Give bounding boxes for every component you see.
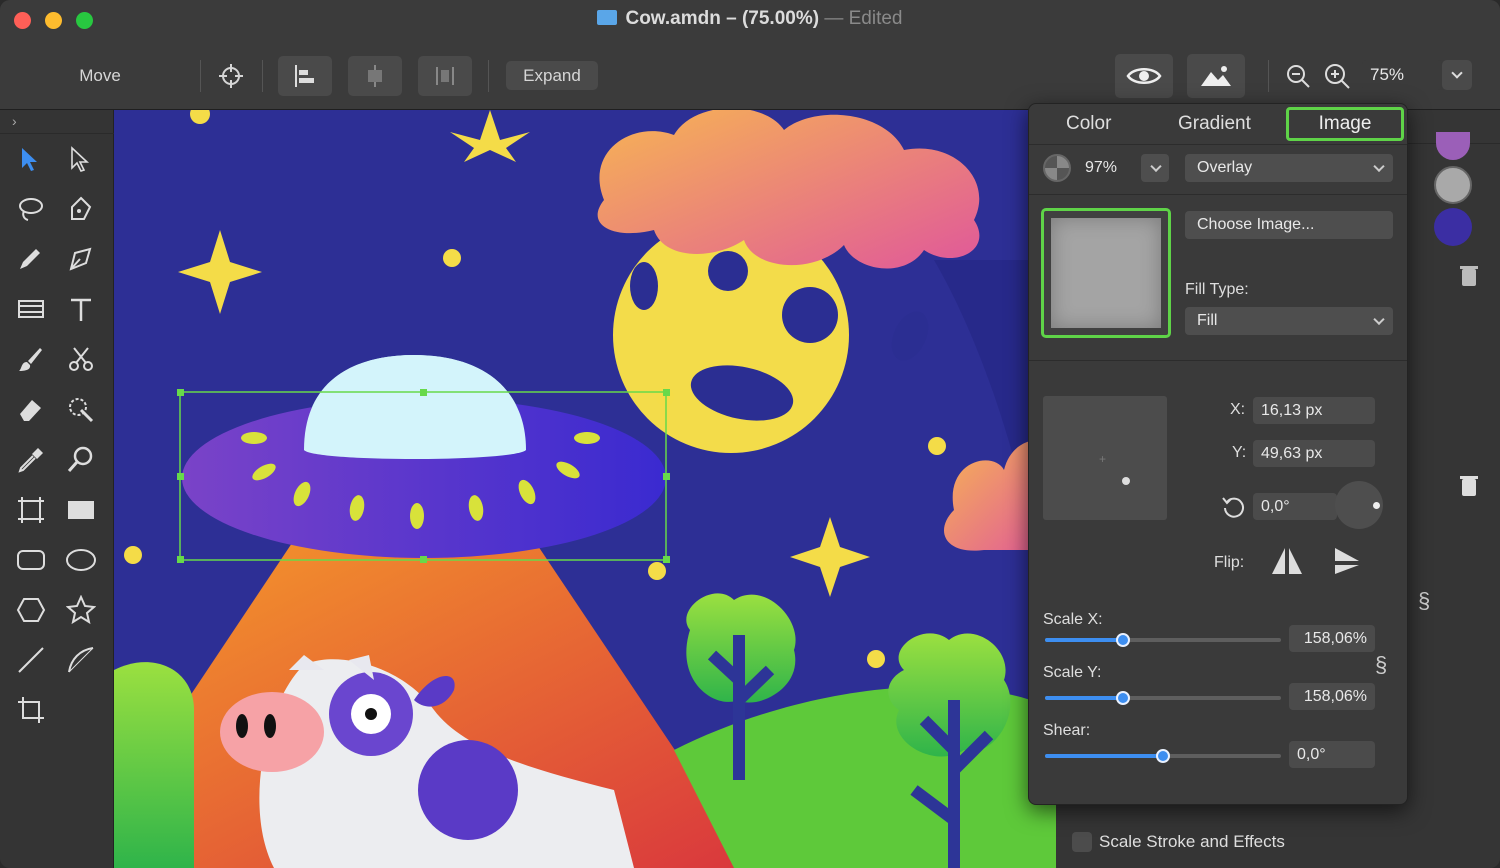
opacity-field[interactable]: 97% xyxy=(1077,154,1139,182)
polygon-icon[interactable] xyxy=(14,593,48,627)
zoom-dropdown-button[interactable] xyxy=(1442,60,1472,90)
app-window: Cow.amdn – (75.00%) — Edited Move Expand xyxy=(0,0,1500,868)
swatch-gray[interactable] xyxy=(1434,166,1472,204)
rotate-icon[interactable] xyxy=(1221,494,1247,520)
direct-select-icon[interactable] xyxy=(64,143,98,177)
scale-x-label: Scale X: xyxy=(1043,611,1103,628)
line-icon[interactable] xyxy=(14,643,48,677)
shear-slider[interactable] xyxy=(1045,749,1281,763)
lasso-icon[interactable] xyxy=(14,193,48,227)
y-field[interactable]: 49,63 px xyxy=(1253,440,1375,467)
anchor-preview[interactable]: + xyxy=(1043,396,1167,520)
swatch-purple[interactable] xyxy=(1436,132,1470,160)
folder-icon xyxy=(597,10,618,25)
link-icon[interactable]: § xyxy=(1418,588,1430,614)
eraser-icon[interactable] xyxy=(14,393,48,427)
window-title: Cow.amdn – (75.00%) — Edited xyxy=(0,8,1500,30)
x-label: X: xyxy=(1230,401,1246,418)
flip-label: Flip: xyxy=(1214,554,1245,571)
trash-icon[interactable] xyxy=(1460,474,1478,496)
fill-type-select[interactable]: Fill xyxy=(1185,307,1393,335)
eyedropper-icon[interactable] xyxy=(14,443,48,477)
link-scale-icon[interactable]: § xyxy=(1375,652,1387,678)
trash-icon[interactable] xyxy=(1460,264,1478,286)
scale-y-field[interactable]: 158,06% xyxy=(1289,683,1375,710)
artboard-icon[interactable] xyxy=(14,493,48,527)
fill-popover: Color Gradient Image 97% Overlay Choose … xyxy=(1028,103,1408,805)
opacity-dropdown[interactable] xyxy=(1141,154,1169,182)
ellipse-icon[interactable] xyxy=(64,543,98,577)
zoom-field[interactable]: 75% xyxy=(1362,60,1442,90)
swatch-blue[interactable] xyxy=(1434,208,1472,246)
align-left-icon[interactable] xyxy=(278,56,332,96)
rectangle-icon[interactable] xyxy=(64,493,98,527)
rounded-rect-icon[interactable] xyxy=(14,543,48,577)
crop-icon[interactable] xyxy=(14,693,48,727)
brush-icon[interactable] xyxy=(14,343,48,377)
pen-icon[interactable] xyxy=(64,193,98,227)
tab-image[interactable]: Image xyxy=(1286,107,1404,141)
scissors-icon[interactable] xyxy=(64,343,98,377)
canvas[interactable] xyxy=(114,110,1056,868)
opacity-checker-icon xyxy=(1043,154,1071,182)
flip-vertical-icon[interactable] xyxy=(1331,546,1365,578)
blend-mode-select[interactable]: Overlay xyxy=(1185,154,1393,182)
image-icon[interactable] xyxy=(1187,54,1245,98)
shear-field[interactable]: 0,0° xyxy=(1289,741,1375,768)
scale-stroke-label: Scale Stroke and Effects xyxy=(1099,832,1285,851)
distribute-icon[interactable] xyxy=(418,56,472,96)
scale-stroke-checkbox[interactable] xyxy=(1072,832,1092,852)
arc-icon[interactable] xyxy=(64,643,98,677)
align-center-icon[interactable] xyxy=(348,56,402,96)
text-icon[interactable] xyxy=(64,293,98,327)
magic-wand-icon[interactable] xyxy=(64,393,98,427)
zoom-in-icon[interactable] xyxy=(1320,60,1354,92)
text-frame-icon[interactable] xyxy=(14,293,48,327)
select-arrow-icon[interactable] xyxy=(14,143,48,177)
title-bar: Cow.amdn – (75.00%) — Edited Move Expand xyxy=(0,0,1500,110)
shear-label: Shear: xyxy=(1043,722,1091,739)
zoom-out-icon[interactable] xyxy=(1282,60,1314,92)
y-label: Y: xyxy=(1232,444,1247,461)
move-tool-label[interactable]: Move xyxy=(60,62,140,90)
expand-button[interactable]: Expand xyxy=(506,61,598,90)
star-icon[interactable] xyxy=(64,593,98,627)
rotation-dial[interactable] xyxy=(1335,481,1383,529)
tools-panel: › xyxy=(0,110,114,868)
scale-x-field[interactable]: 158,06% xyxy=(1289,625,1375,652)
artwork xyxy=(114,110,1056,868)
tools-collapse-icon[interactable]: › xyxy=(0,110,114,134)
pencil-icon[interactable] xyxy=(14,243,48,277)
tab-gradient[interactable]: Gradient xyxy=(1178,113,1251,135)
scale-y-slider[interactable] xyxy=(1045,691,1281,705)
flip-horizontal-icon[interactable] xyxy=(1270,546,1304,578)
scale-y-label: Scale Y: xyxy=(1043,664,1102,681)
tab-color[interactable]: Color xyxy=(1066,113,1111,135)
fill-type-label: Fill Type: xyxy=(1185,281,1249,298)
bezigon-icon[interactable] xyxy=(64,243,98,277)
scale-x-slider[interactable] xyxy=(1045,633,1281,647)
choose-image-button[interactable]: Choose Image... xyxy=(1185,211,1393,239)
eye-icon[interactable] xyxy=(1115,54,1173,98)
image-thumbnail[interactable] xyxy=(1041,208,1171,338)
rotation-field[interactable]: 0,0° xyxy=(1253,493,1337,520)
target-icon[interactable] xyxy=(214,60,248,92)
magnifier-icon[interactable] xyxy=(64,443,98,477)
x-field[interactable]: 16,13 px xyxy=(1253,397,1375,424)
